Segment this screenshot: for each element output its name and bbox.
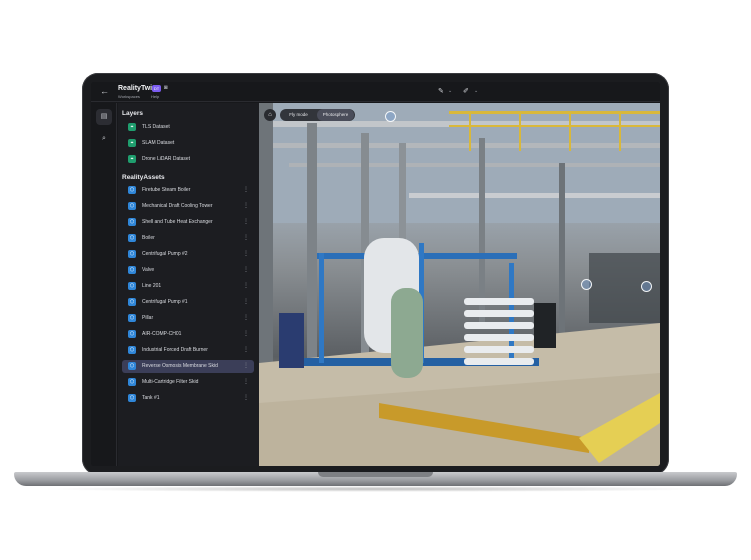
- layer-item[interactable]: ⌖ SLAM Dataset: [122, 137, 254, 150]
- chevron-down-icon[interactable]: ⌄: [448, 88, 452, 94]
- pencil-icon[interactable]: ✐: [463, 87, 469, 95]
- asset-label: Mechanical Draft Cooling Tower: [142, 203, 213, 209]
- asset-item[interactable]: ⬡ Firetube Steam Boiler ⋮: [122, 184, 254, 197]
- layers-title: Layers: [122, 110, 143, 117]
- app-screen: ← RealityTwin DT ◙ Workspaces Help ✎ ⌄ ✐…: [91, 82, 660, 466]
- dataset-icon: ⌖: [128, 139, 136, 147]
- hotspot-marker[interactable]: [641, 281, 652, 292]
- asset-label: Boiler: [142, 235, 155, 241]
- asset-label: Centrifugal Pump #2: [142, 251, 188, 257]
- home-icon[interactable]: ⌂: [264, 109, 276, 121]
- arrow-left-icon[interactable]: ←: [100, 86, 109, 96]
- plant-scene-image: [259, 103, 660, 466]
- laptop-notch: [318, 472, 433, 477]
- asset-icon: ⬡: [128, 362, 136, 370]
- asset-label: Line 201: [142, 283, 162, 289]
- nav-help[interactable]: Help: [151, 94, 159, 99]
- more-vertical-icon[interactable]: ⋮: [243, 250, 249, 257]
- asset-item[interactable]: ⬡ Boiler ⋮: [122, 232, 254, 245]
- asset-item[interactable]: ⬡ Industrial Forced Draft Burner ⋮: [122, 344, 254, 357]
- laptop-shadow: [40, 486, 711, 492]
- more-vertical-icon[interactable]: ⋮: [243, 282, 249, 289]
- asset-icon: ⬡: [128, 394, 136, 402]
- more-vertical-icon[interactable]: ⋮: [243, 378, 249, 385]
- icon-rail: ▤ ⌕: [91, 103, 117, 466]
- dataset-icon: ⌖: [128, 123, 136, 131]
- asset-label: Multi-Cartridge Filter Skid: [142, 379, 199, 385]
- more-vertical-icon[interactable]: ⋮: [243, 314, 249, 321]
- asset-icon: ⬡: [128, 250, 136, 258]
- sidebar: Layers ⌖ TLS Dataset ⌖ SLAM Dataset ⌖ Dr…: [118, 103, 259, 466]
- asset-label: Reverse Osmosis Membrane Skid: [142, 363, 218, 369]
- more-vertical-icon[interactable]: ⋮: [243, 346, 249, 353]
- top-bar: ← RealityTwin DT ◙ Workspaces Help ✎ ⌄ ✐…: [91, 82, 660, 102]
- asset-item[interactable]: ⬡ Valve ⋮: [122, 264, 254, 277]
- app-badge: DT: [152, 85, 161, 92]
- dataset-icon: ⌖: [128, 155, 136, 163]
- more-vertical-icon[interactable]: ⋮: [243, 234, 249, 241]
- asset-label: Industrial Forced Draft Burner: [142, 347, 208, 353]
- more-vertical-icon[interactable]: ⋮: [243, 186, 249, 193]
- search-icon[interactable]: ⌕: [96, 131, 112, 147]
- asset-label: Firetube Steam Boiler: [142, 187, 191, 193]
- tab-fly-mode[interactable]: Fly mode: [282, 109, 315, 121]
- more-vertical-icon[interactable]: ⋮: [243, 394, 249, 401]
- asset-label: Tank #1: [142, 395, 160, 401]
- asset-icon: ⬡: [128, 202, 136, 210]
- asset-item[interactable]: ⬡ Shell and Tube Heat Exchanger ⋮: [122, 216, 254, 229]
- asset-item[interactable]: ⬡ Tank #1 ⋮: [122, 392, 254, 405]
- more-vertical-icon[interactable]: ⋮: [243, 298, 249, 305]
- asset-label: Valve: [142, 267, 155, 273]
- more-vertical-icon[interactable]: ⋮: [243, 202, 249, 209]
- asset-label: Pillar: [142, 315, 154, 321]
- asset-icon: ⬡: [128, 266, 136, 274]
- asset-item[interactable]: ⬡ Centrifugal Pump #2 ⋮: [122, 248, 254, 261]
- asset-item[interactable]: ⬡ Multi-Cartridge Filter Skid ⋮: [122, 376, 254, 389]
- asset-label: Centrifugal Pump #1: [142, 299, 188, 305]
- asset-icon: ⬡: [128, 314, 136, 322]
- asset-icon: ⬡: [128, 330, 136, 338]
- hotspot-marker[interactable]: [581, 279, 592, 290]
- asset-icon: ⬡: [128, 346, 136, 354]
- paint-palette-icon[interactable]: ✎: [438, 87, 444, 95]
- more-vertical-icon[interactable]: ⋮: [243, 266, 249, 273]
- asset-item[interactable]: ⬡ AIR-COMP-CH01 ⋮: [122, 328, 254, 341]
- layers-icon[interactable]: ▤: [96, 109, 112, 125]
- view-mode-toggle: Fly mode Photosphere: [280, 109, 355, 121]
- asset-item[interactable]: ⬡ Centrifugal Pump #1 ⋮: [122, 296, 254, 309]
- layer-item[interactable]: ⌖ TLS Dataset: [122, 121, 254, 134]
- asset-icon: ⬡: [128, 378, 136, 386]
- layer-label: TLS Dataset: [142, 124, 170, 130]
- layer-label: SLAM Dataset: [142, 140, 175, 146]
- nav-workspaces[interactable]: Workspaces: [118, 94, 140, 99]
- asset-icon: ⬡: [128, 298, 136, 306]
- assets-title: RealityAssets: [122, 174, 165, 181]
- asset-item[interactable]: ⬡ Pillar ⋮: [122, 312, 254, 325]
- asset-item[interactable]: ⬡ Line 201 ⋮: [122, 280, 254, 293]
- camera-icon[interactable]: ◙: [164, 85, 168, 91]
- asset-icon: ⬡: [128, 234, 136, 242]
- asset-icon: ⬡: [128, 218, 136, 226]
- asset-item-selected[interactable]: ⬡ Reverse Osmosis Membrane Skid ⋮: [122, 360, 254, 373]
- hotspot-marker[interactable]: [385, 111, 396, 122]
- tab-photosphere[interactable]: Photosphere: [317, 109, 354, 121]
- chevron-down-icon[interactable]: ⌄: [474, 88, 478, 94]
- layer-label: Drone LiDAR Dataset: [142, 156, 191, 162]
- asset-icon: ⬡: [128, 186, 136, 194]
- asset-item[interactable]: ⬡ Mechanical Draft Cooling Tower ⋮: [122, 200, 254, 213]
- more-vertical-icon[interactable]: ⋮: [243, 218, 249, 225]
- asset-icon: ⬡: [128, 282, 136, 290]
- layer-item[interactable]: ⌖ Drone LiDAR Dataset: [122, 153, 254, 166]
- app-title: RealityTwin: [118, 85, 157, 92]
- more-vertical-icon[interactable]: ⋮: [243, 362, 249, 369]
- more-vertical-icon[interactable]: ⋮: [243, 330, 249, 337]
- asset-label: Shell and Tube Heat Exchanger: [142, 219, 213, 225]
- asset-label: AIR-COMP-CH01: [142, 331, 182, 337]
- photosphere-viewport[interactable]: ⌂ Fly mode Photosphere: [259, 103, 660, 466]
